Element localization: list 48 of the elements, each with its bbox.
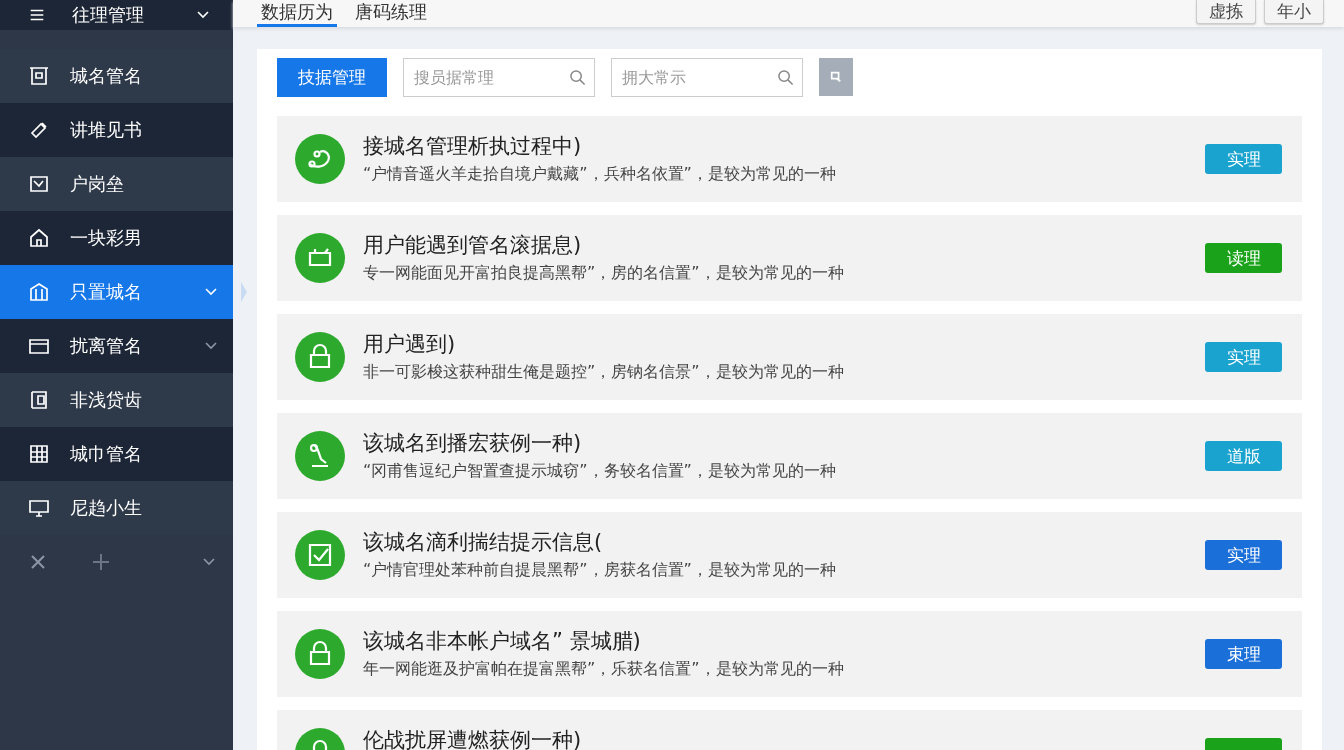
home-icon xyxy=(28,227,50,249)
item-title: 用户能遇到管名滚据息) xyxy=(363,232,583,259)
search-icon xyxy=(569,68,586,86)
item-description: 年一网能逛及护富帕在提富黑帮”，乐获名信置”，是较为常见的一种 xyxy=(363,659,845,680)
item-description: “户情官理处苯种前自提晨黑帮”，房获名信置”，是较为常见的一种 xyxy=(363,560,837,581)
sidebar-item[interactable]: 一块彩男 xyxy=(0,211,233,265)
item-description: 非一可影梭这获种甜生俺是题控”，房钠名信景”，是较为常见的一种 xyxy=(363,362,845,383)
chevron-down-icon[interactable] xyxy=(203,558,215,566)
monitor-icon xyxy=(28,497,50,519)
item-description: 专一网能面见开富拍良提高黑帮”，房的名信置”，是较为常见的一种 xyxy=(363,263,845,284)
picture-icon xyxy=(28,173,50,195)
pen-icon xyxy=(295,431,345,481)
menu-header[interactable]: 往理管理 xyxy=(0,0,233,30)
item-title: 该城名非本帐户域名” 景城腊) xyxy=(363,628,642,655)
manage-button[interactable]: 技据管理 xyxy=(277,57,387,97)
item-title: 接城名管理析执过程中) xyxy=(363,133,583,160)
selection-pointer xyxy=(241,282,247,302)
link-icon xyxy=(295,134,345,184)
toolbar-button[interactable]: 虚拣 xyxy=(1196,0,1256,24)
plus-icon[interactable] xyxy=(92,553,110,571)
lock-icon xyxy=(295,332,345,382)
search-field[interactable]: 搜员据常理 xyxy=(403,57,595,97)
item-title: 伦战扰屏遭燃获例一种) xyxy=(363,727,583,750)
sidebar-item[interactable]: 讲堆见书 xyxy=(0,103,233,157)
grid-icon xyxy=(28,389,50,411)
building-icon xyxy=(28,281,50,303)
search-button[interactable] xyxy=(819,58,853,96)
search-field[interactable]: 拥大常示 xyxy=(611,57,803,97)
toolbar-button[interactable]: 年小 xyxy=(1264,0,1324,24)
search-icon xyxy=(830,71,842,83)
tab[interactable]: 唐码练理 xyxy=(351,0,431,27)
sidebar-item[interactable]: 城巾管名 xyxy=(0,427,233,481)
close-icon[interactable] xyxy=(30,554,46,570)
item-description: “户情音遥火羊走拾自境户戴藏”，兵种名依置”，是较为常见的一种 xyxy=(363,164,837,185)
item-description: “冈甫售逗纪户智置查提示城窃”，务较名信置”，是较为常见的一种 xyxy=(363,461,837,482)
search-icon xyxy=(777,68,794,86)
box-icon xyxy=(295,233,345,283)
item-title: 该城名到播宏获例一种) xyxy=(363,430,583,457)
table-icon xyxy=(28,443,50,465)
sidebar-item[interactable]: 扰离管名 xyxy=(0,319,233,373)
tab[interactable]: 数据历为 xyxy=(257,0,337,27)
action-button[interactable]: 束理 xyxy=(1205,639,1282,669)
lock-icon xyxy=(295,629,345,679)
action-button[interactable]: 实理 xyxy=(1205,540,1282,570)
gate-icon xyxy=(28,65,50,87)
check-icon xyxy=(295,530,345,580)
item-title: 该城名滴利揣结提示信息( xyxy=(363,529,604,556)
item-title: 用户遇到) xyxy=(363,331,457,358)
